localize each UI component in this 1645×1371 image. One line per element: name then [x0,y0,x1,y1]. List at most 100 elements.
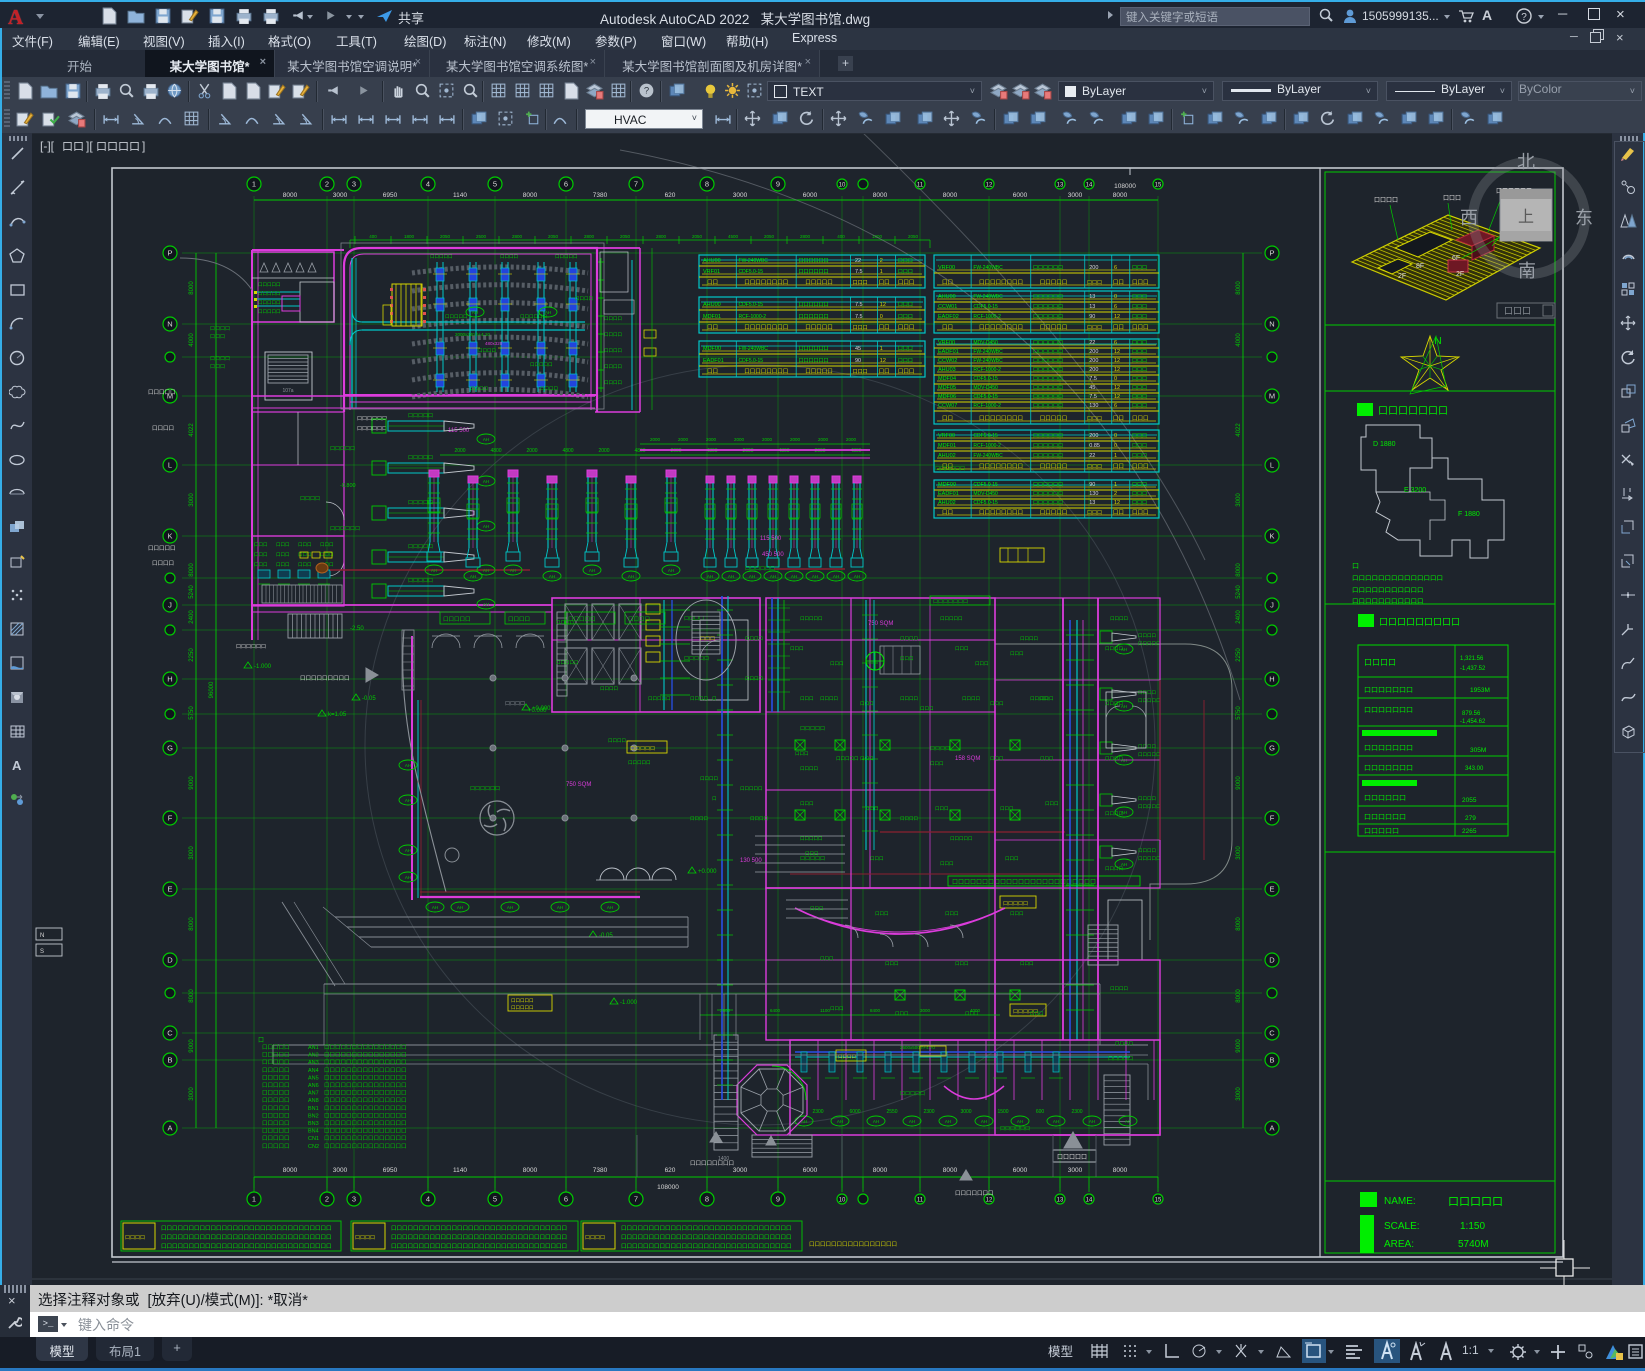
svg-text:45: 45 [855,346,861,352]
svg-text:AH: AH [483,524,489,529]
svg-text:口口口: 口口口 [1132,463,1149,470]
svg-text:620: 620 [665,1167,676,1174]
svg-text:4: 4 [426,1195,430,1204]
svg-text:口口口口口口口口口口口口口口口口口口口口口口口口口口口口口口: 口口口口口口口口口口口口口口口口口口口口口口口口口口口口口口口 [161,1225,332,1232]
svg-text:2000x320 h+4.10: 2000x320 h+4.10 [455,332,490,337]
svg-text:口口口口口口口口口口口口口口口口: 口口口口口口口口口口口口口口口口 [809,1241,897,1248]
svg-text:12: 12 [1114,358,1120,364]
svg-text:CDF5.0-15: CDF5.0-15 [739,358,764,364]
svg-text:2000: 2000 [598,448,609,454]
svg-text:2: 2 [1114,491,1117,497]
svg-text:NAME:: NAME: [1384,1196,1416,1207]
svg-text:口口口口: 口口口口 [505,701,525,707]
svg-text:口口口口口口口口口口口口口口口: 口口口口口口口口口口口口口口口 [324,1052,407,1059]
svg-text:口口口口口: 口口口口口 [805,324,833,331]
svg-text:口口口: 口口口 [1132,324,1149,331]
svg-text:4500: 4500 [728,234,739,239]
svg-text:口口口: 口口口 [1132,314,1147,320]
svg-text:口口口: 口口口 [1020,961,1034,967]
svg-text:口口口: 口口口 [1132,403,1147,409]
svg-text:口口口: 口口口 [254,542,268,548]
svg-text:口口口口: 口口口口 [1138,796,1156,802]
svg-text:FW-240WBC: FW-240WBC [973,358,1003,364]
svg-text:620: 620 [665,192,676,199]
svg-text:1140: 1140 [453,1167,467,1174]
svg-text:口口口口口口: 口口口口口口 [1033,394,1063,400]
svg-text:0: 0 [880,314,883,320]
svg-text:7.5: 7.5 [1089,376,1097,382]
svg-text:口口口: 口口口 [1132,358,1147,364]
svg-text:口口口口口口口口口口口口口口口口口口口口口口口口口口口口口口: 口口口口口口口口口口口口口口口口口口口口口口口口口口口口口口口 [161,1243,332,1250]
svg-text:口口口口口口口口口口口口口口口口口口口口口口口口口口口口口口: 口口口口口口口口口口口口口口口口口口口口口口口口口口口口口口口口 [391,1243,567,1250]
svg-text:1: 1 [880,269,883,275]
svg-text:0: 0 [1114,433,1117,439]
svg-text:MDF06: MDF06 [938,394,956,400]
svg-text:EADF01: EADF01 [938,491,959,497]
svg-text:-1.000: -1.000 [254,664,272,670]
svg-text:口口: 口口 [1113,279,1124,286]
svg-text:200: 200 [1089,349,1098,355]
svg-text:口口口口口: 口口口口口 [443,616,471,623]
svg-text:口口口口: 口口口口 [1138,848,1156,854]
svg-text:0: 0 [1114,443,1117,449]
svg-text:P: P [1269,249,1274,258]
svg-text:AH: AH [431,568,437,573]
svg-text:200: 200 [1089,433,1098,439]
svg-text:1: 1 [252,180,256,189]
svg-text:F: F [168,814,173,823]
svg-text:14: 14 [1086,183,1093,189]
svg-text:口口口口口: 口口口口口 [1138,856,1161,862]
svg-text:口口口口: 口口口口 [575,296,593,302]
svg-text:3000: 3000 [1236,493,1242,507]
svg-text:口口口口: 口口口口 [508,616,530,623]
svg-text:口口口: 口口口 [1087,325,1102,331]
svg-text:AH: AH [405,875,411,880]
svg-text:3: 3 [352,180,356,189]
svg-text:AHU03: AHU03 [938,367,956,373]
svg-text:9000: 9000 [189,1039,195,1053]
svg-text:AH: AH [628,574,634,579]
svg-text:口口口: 口口口 [940,861,954,867]
svg-text:口口: 口口 [942,415,953,422]
svg-text:口口: 口口 [879,324,890,331]
svg-text:343.00: 343.00 [1465,766,1484,772]
svg-text:108000: 108000 [1114,183,1136,190]
svg-text:AN5: AN5 [308,1075,319,1081]
svg-text:6: 6 [1114,340,1117,346]
svg-text:3000: 3000 [733,1167,748,1174]
svg-text:口口口口口: 口口口口口 [1040,463,1068,470]
svg-text:口口口口: 口口口口 [1105,811,1123,817]
svg-text:4800: 4800 [562,448,573,454]
svg-text:口口口口口口: 口口口口口口 [1033,265,1063,271]
svg-text:口口口口口口: 口口口口口口 [798,358,828,364]
svg-text:3000: 3000 [333,192,348,199]
svg-text:AH: AH [791,574,797,579]
svg-text:AH: AH [728,574,734,579]
svg-text:口口口口口口: 口口口口口口 [1033,304,1063,310]
svg-text:口口口口口: 口口口口口 [648,696,671,702]
svg-text:5750: 5750 [1236,706,1242,720]
svg-text:8400: 8400 [870,1008,881,1013]
svg-text:AHU02: AHU02 [938,453,956,459]
svg-text:AH: AH [854,574,860,579]
svg-text:CDF5.0-15: CDF5.0-15 [973,376,998,382]
svg-text:口口口口口口: 口口口口口口 [1033,358,1063,364]
svg-text:-2.50: -2.50 [350,626,364,632]
svg-text:RCF-1000-2: RCF-1000-2 [973,367,1001,373]
svg-text:2050: 2050 [548,234,559,239]
svg-text:AH: AH [873,1119,879,1124]
svg-text:AH: AH [545,310,551,315]
svg-text:L: L [168,461,172,470]
svg-text:口口口: 口口口 [865,806,879,812]
svg-text:2000: 2000 [790,437,801,442]
svg-text:口口口口口口: 口口口口口口 [798,302,828,308]
svg-text:8000: 8000 [873,192,888,199]
svg-text:0: 0 [1114,376,1117,382]
svg-text:口口口口口口口口: 口口口口口口口口 [979,324,1023,331]
svg-text:口口口口口口口口口口口口口口口: 口口口口口口口口口口口口口口口 [324,1090,407,1097]
svg-text:口口口口: 口口口口 [628,616,650,623]
svg-text:2F: 2F [1456,271,1464,278]
svg-text:口口口: 口口口 [898,258,913,264]
svg-text:CDF5.0-15: CDF5.0-15 [973,500,998,506]
svg-text:13: 13 [1089,294,1095,300]
